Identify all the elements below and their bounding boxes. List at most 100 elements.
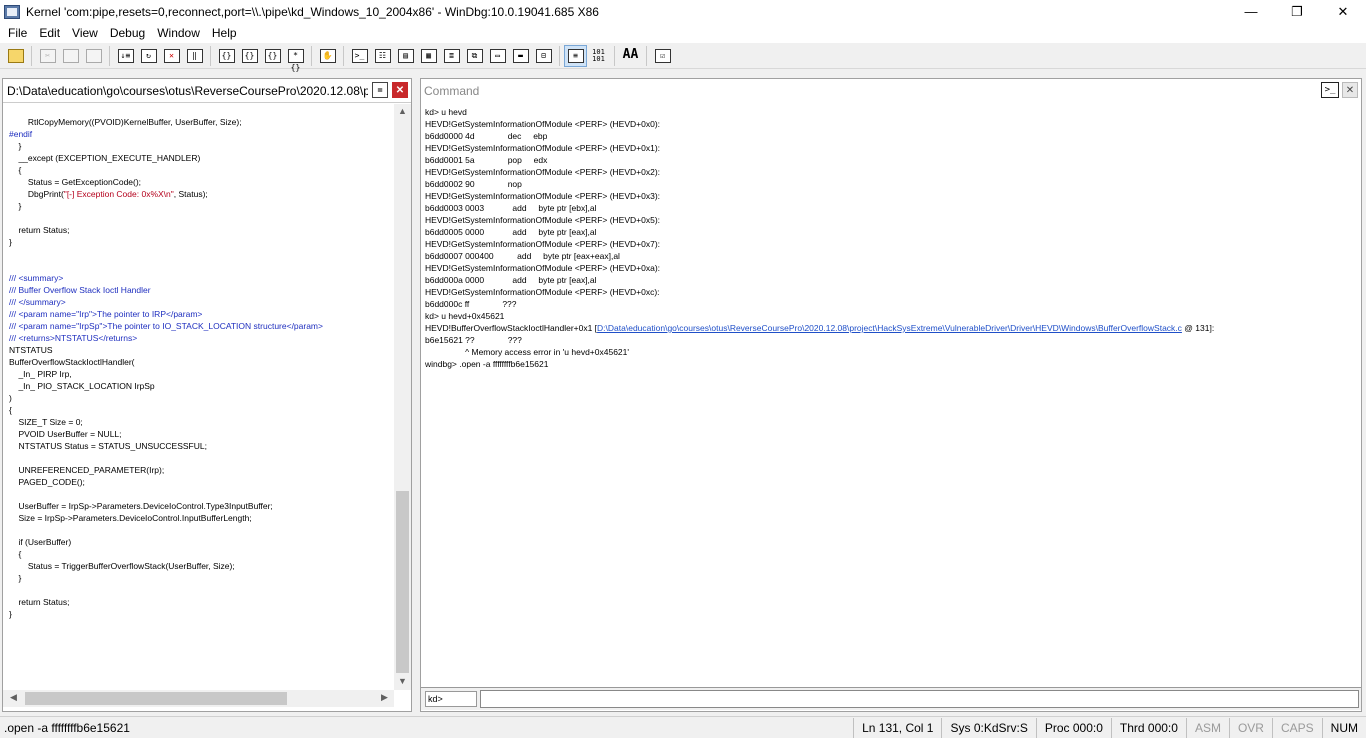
go-button[interactable]: ↓≡ <box>114 45 137 67</box>
source-line <box>9 488 393 500</box>
scroll-down-icon[interactable]: ▼ <box>394 676 411 686</box>
command-output[interactable]: kd> u hevd HEVD!GetSystemInformationOfMod… <box>421 104 1361 688</box>
source-line <box>9 584 393 596</box>
run-to-cursor-button[interactable]: *{} <box>284 45 307 72</box>
close-button[interactable]: ✕ <box>1320 0 1366 23</box>
source-line: _In_ PIRP Irp, <box>9 369 72 379</box>
paste-icon <box>85 48 102 63</box>
output-link-line: HEVD!BufferOverflowStackIoctlHandler+0x1… <box>425 322 1361 334</box>
scratch-pad-button[interactable]: ▬ <box>509 45 532 67</box>
source-horizontal-scrollbar[interactable]: ◀ ▶ <box>3 690 394 707</box>
output-line: b6dd000a 0000 add byte ptr [eax],al <box>425 275 597 285</box>
source-line: _In_ PIO_STACK_LOCATION IrpSp <box>9 381 155 391</box>
source-line: /// </summary> <box>9 297 66 307</box>
source-options-icon[interactable]: ≣ <box>372 82 388 98</box>
menu-edit[interactable]: Edit <box>33 23 66 43</box>
call-stack-window-button[interactable]: ⧉ <box>463 45 486 67</box>
cut-button[interactable]: ✂ <box>36 45 59 67</box>
command-input-row: kd> <box>421 688 1361 710</box>
locals-window-button[interactable]: ▤ <box>394 45 417 67</box>
menu-debug[interactable]: Debug <box>104 23 151 43</box>
title-bar: Kernel 'com:pipe,resets=0,reconnect,port… <box>0 0 1366 23</box>
source-line: { <box>9 405 12 415</box>
open-button[interactable] <box>4 45 27 67</box>
toolbar: ✂ ↓≡ ↻ ✕ ‖ {} {} {} *{} ✋ >_ ☷ ▤ ▦ ≣ ⧉ ▭… <box>0 43 1366 72</box>
registers-icon: ▦ <box>420 48 437 63</box>
scroll-up-icon[interactable]: ▲ <box>394 106 411 116</box>
code-text: , Status); <box>173 189 208 199</box>
paste-button[interactable] <box>82 45 105 67</box>
source-close-icon[interactable]: ✕ <box>392 82 408 98</box>
breakpoint-button[interactable]: ✋ <box>316 45 339 67</box>
minimize-button[interactable]: — <box>1228 0 1274 23</box>
output-line: b6dd0002 90 nop <box>425 179 522 189</box>
windbg-app-icon[interactable] <box>4 4 20 19</box>
command-prompt-label: kd> <box>425 691 477 707</box>
toolbar-separator <box>343 45 344 66</box>
command-input[interactable] <box>480 690 1359 708</box>
memory-window-button[interactable]: ≣ <box>440 45 463 67</box>
options-icon: ☑ <box>654 48 671 63</box>
output-line: kd> u hevd <box>425 107 467 117</box>
font-button[interactable]: AA <box>619 45 642 67</box>
restart-icon: ↻ <box>140 48 157 63</box>
copy-button[interactable] <box>59 45 82 67</box>
font-icon: AA <box>622 46 639 62</box>
step-out-icon: {} <box>264 48 281 63</box>
source-window-header: D:\Data\education\go\courses\otus\Revers… <box>3 79 411 103</box>
restart-button[interactable]: ↻ <box>137 45 160 67</box>
scroll-thumb[interactable] <box>396 491 409 673</box>
source-code-view[interactable]: RtlCopyMemory((PVOID)KernelBuffer, UserB… <box>3 104 393 690</box>
command-close-icon[interactable]: ✕ <box>1342 82 1358 98</box>
menu-view[interactable]: View <box>66 23 104 43</box>
scroll-right-icon[interactable]: ▶ <box>376 692 393 703</box>
source-line: DbgPrint("[-] Exception Code: 0x%X\n", S… <box>9 188 393 200</box>
menu-help[interactable]: Help <box>206 23 243 43</box>
output-line: HEVD!GetSystemInformationOfModule <PERF>… <box>425 191 661 201</box>
toolbar-separator <box>614 45 615 66</box>
step-over-icon: {} <box>241 48 258 63</box>
command-window-button[interactable]: >_ <box>348 45 371 67</box>
scroll-left-icon[interactable]: ◀ <box>5 692 22 703</box>
output-line: HEVD!GetSystemInformationOfModule <PERF>… <box>425 263 661 273</box>
menu-file[interactable]: File <box>2 23 33 43</box>
status-bar: .open -a ffffffffb6e15621 Ln 131, Col 1 … <box>0 716 1366 738</box>
step-over-button[interactable]: {} <box>238 45 261 67</box>
step-into-button[interactable]: {} <box>215 45 238 67</box>
code-text: DbgPrint( <box>9 189 64 199</box>
go-icon: ↓≡ <box>117 48 134 63</box>
source-line: return Status; <box>9 597 70 607</box>
menu-window[interactable]: Window <box>151 23 206 43</box>
stop-debugging-button[interactable]: ✕ <box>160 45 183 67</box>
disassembly-window-button[interactable]: ▭ <box>486 45 509 67</box>
window-title: Kernel 'com:pipe,resets=0,reconnect,port… <box>26 4 599 19</box>
processes-threads-button[interactable]: ⊟ <box>532 45 555 67</box>
status-ovr: OVR <box>1228 717 1272 738</box>
options-button[interactable]: ☑ <box>651 45 674 67</box>
status-process: Proc 000:0 <box>1035 717 1111 738</box>
source-line: ) <box>9 393 12 403</box>
source-file-link[interactable]: D:\Data\education\go\courses\otus\Revers… <box>597 323 1182 333</box>
source-mode-button[interactable]: ≡ <box>564 44 587 67</box>
source-vertical-scrollbar[interactable]: ▲ ▼ <box>394 104 411 690</box>
scroll-thumb[interactable] <box>25 692 287 705</box>
stop-debugging-icon: ✕ <box>163 48 180 63</box>
output-line: b6dd0000 4d dec ebp <box>425 131 548 141</box>
source-line: /// <summary> <box>9 273 64 283</box>
restore-button[interactable]: ❐ <box>1274 0 1320 23</box>
watch-window-button[interactable]: ☷ <box>371 45 394 67</box>
step-out-button[interactable]: {} <box>261 45 284 67</box>
source-line <box>9 248 393 260</box>
output-line: b6dd0001 5a pop edx <box>425 155 548 165</box>
source-line: UNREFERENCED_PARAMETER(Irp); <box>9 465 165 475</box>
source-line: RtlCopyMemory((PVOID)KernelBuffer, UserB… <box>9 117 242 127</box>
source-line: /// Buffer Overflow Stack Ioctl Handler <box>9 285 151 295</box>
command-prompt-icon[interactable]: >_ <box>1321 82 1339 98</box>
source-line: NTSTATUS <box>9 345 53 355</box>
break-button[interactable]: ‖ <box>183 45 206 67</box>
source-mode-icon: ≡ <box>567 48 584 63</box>
registers-window-button[interactable]: ▦ <box>417 45 440 67</box>
status-message: .open -a ffffffffb6e15621 <box>4 720 130 735</box>
hex-mode-button[interactable]: 101 101 <box>587 45 610 67</box>
source-line: { <box>9 165 22 175</box>
